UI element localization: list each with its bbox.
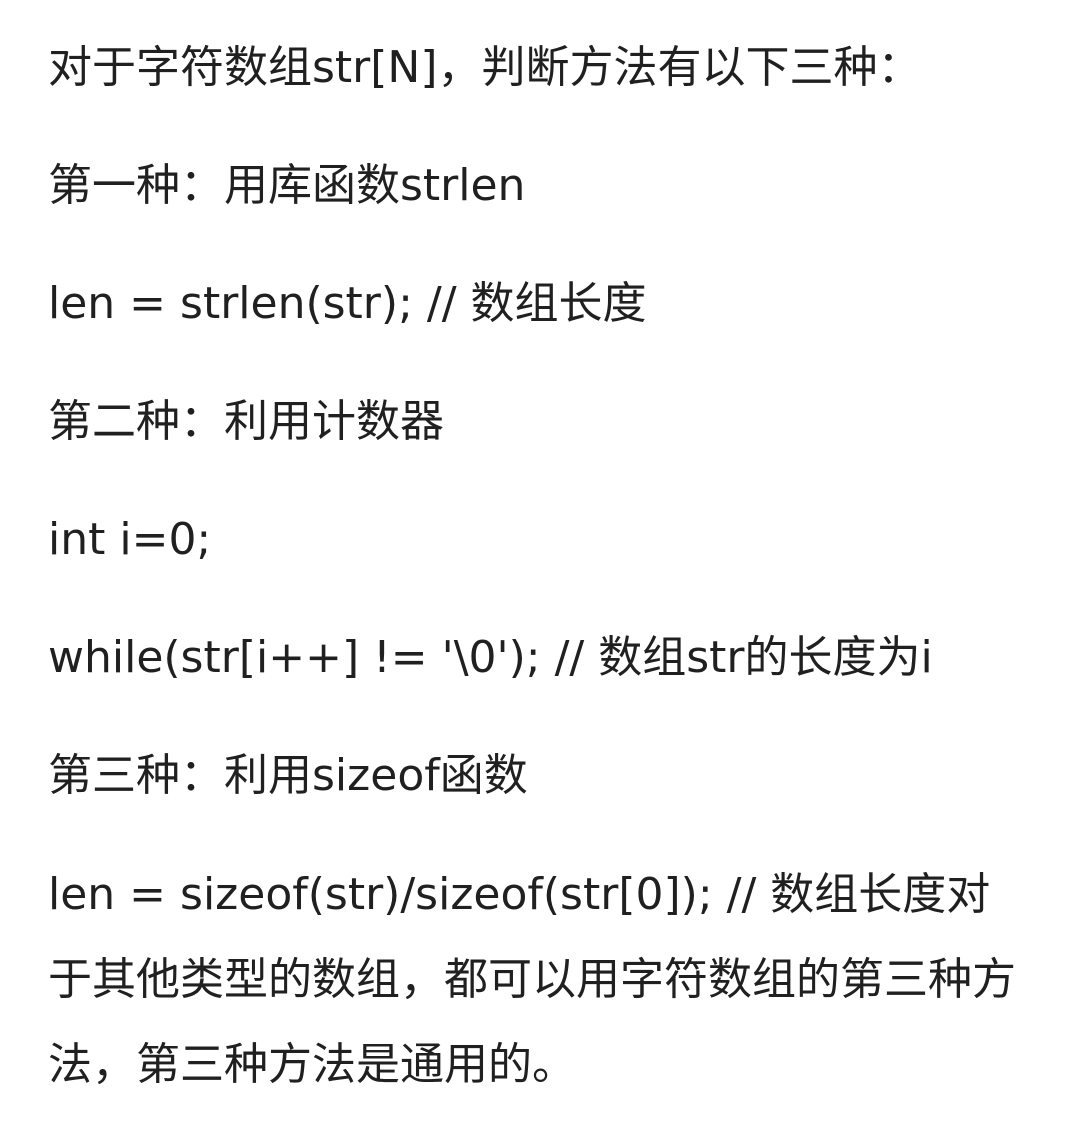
method-two-code-loop: while(str[i++] != '\0'); // 数组str的长度为i [48, 632, 933, 683]
method-three-heading: 第三种：利用sizeof函数 [48, 750, 528, 801]
method-one-heading: 第一种：用库函数strlen [48, 160, 526, 211]
method-one-code: len = strlen(str); // 数组长度 [48, 278, 647, 329]
intro-paragraph: 对于字符数组str[N]，判断方法有以下三种： [48, 42, 922, 93]
method-two-heading: 第二种：利用计数器 [48, 396, 444, 447]
method-three-code-and-note: len = sizeof(str)/sizeof(str[0]); // 数组长… [48, 869, 1016, 1090]
document-body: 对于字符数组str[N]，判断方法有以下三种： 第一种：用库函数strlen l… [48, 0, 1038, 1121]
method-two-code-init: int i=0; [48, 514, 212, 565]
